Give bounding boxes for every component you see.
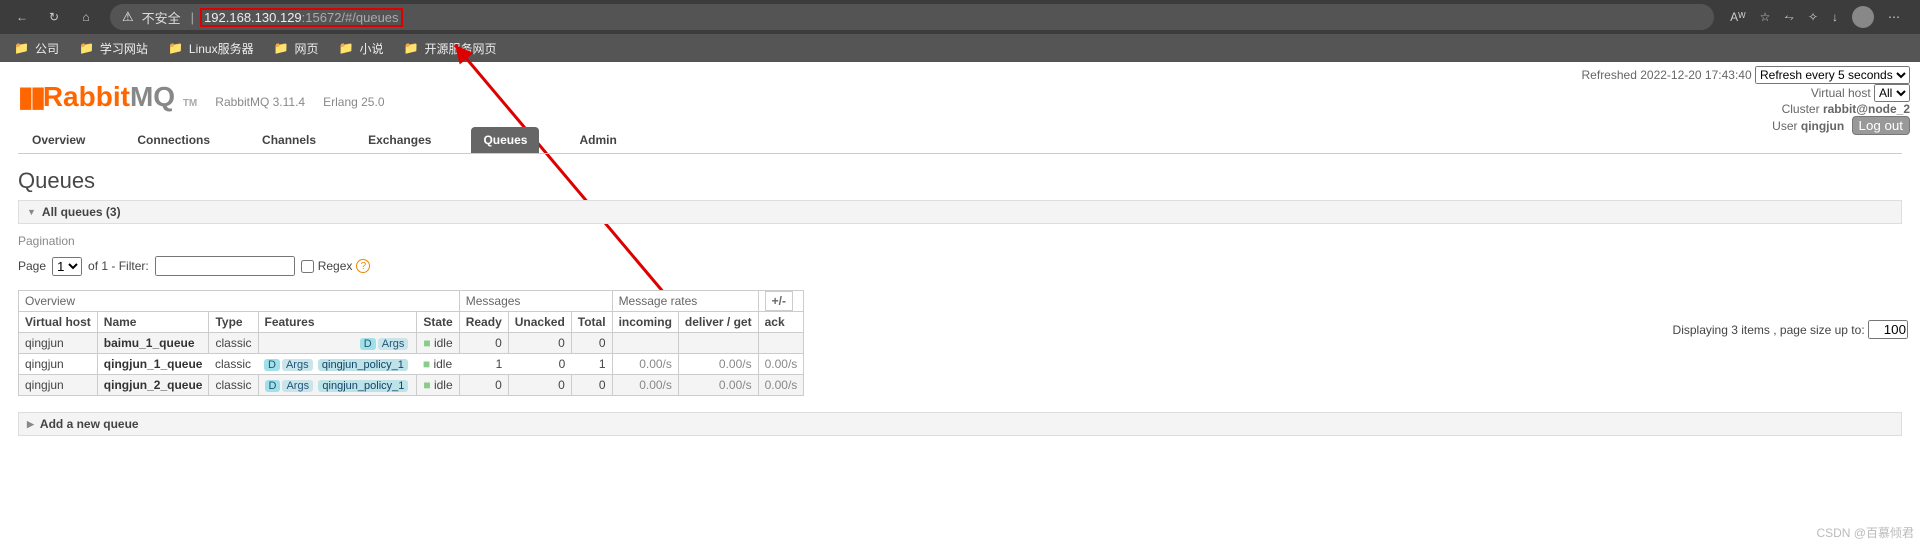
durable-tag: D [360, 338, 376, 350]
args-tag: Args [282, 359, 313, 371]
bookmark-item[interactable]: 📁小说 [339, 40, 384, 57]
page-size-input[interactable] [1868, 320, 1908, 339]
col-incoming[interactable]: incoming [612, 312, 678, 333]
col-name[interactable]: Name [97, 312, 209, 333]
tab-exchanges[interactable]: Exchanges [356, 127, 443, 153]
durable-tag: D [265, 380, 281, 392]
bookmark-item[interactable]: 📁学习网站 [79, 40, 148, 57]
top-status: Refreshed 2022-12-20 17:43:40 Refresh ev… [1582, 66, 1910, 135]
folder-icon: 📁 [339, 41, 354, 55]
vhost-select[interactable]: All [1874, 84, 1910, 102]
regex-label: Regex [318, 259, 353, 273]
erlang-label: Erlang 25.0 [323, 95, 384, 109]
browser-actions: Aᵂ ☆ ⥊ ✧ ↓ ⋯ [1730, 6, 1910, 28]
queue-link[interactable]: baimu_1_queue [104, 336, 195, 350]
cluster-value: rabbit@node_2 [1823, 102, 1910, 116]
args-tag: Args [282, 380, 313, 392]
folder-icon: 📁 [168, 41, 183, 55]
tab-channels[interactable]: Channels [250, 127, 328, 153]
durable-tag: D [264, 359, 280, 371]
bookmark-item[interactable]: 📁网页 [274, 40, 319, 57]
read-mode-icon[interactable]: Aᵂ [1730, 10, 1745, 24]
col-ack[interactable]: ack [758, 312, 804, 333]
user-label: User [1772, 119, 1797, 133]
folder-icon: 📁 [404, 41, 419, 55]
regex-checkbox[interactable] [301, 260, 314, 273]
tab-overview[interactable]: Overview [20, 127, 97, 153]
home-icon[interactable]: ⌂ [74, 5, 98, 29]
all-queues-header[interactable]: ▼ All queues (3) [18, 200, 1902, 224]
cluster-label: Cluster [1782, 102, 1820, 116]
refreshed-label: Refreshed 2022-12-20 17:43:40 [1582, 68, 1752, 82]
table-row: qingjun baimu_1_queue classic DArgs ■ id… [19, 333, 804, 354]
col-features[interactable]: Features [258, 312, 417, 333]
columns-toggle[interactable]: +/- [765, 291, 793, 311]
url-highlight: 192.168.130.129:15672/#/queues [200, 8, 402, 27]
bookmarks-bar: 📁公司 📁学习网站 📁Linux服务器 📁网页 📁小说 📁开源服务网页 [0, 34, 1920, 62]
col-state[interactable]: State [417, 312, 459, 333]
vhost-label: Virtual host [1811, 86, 1871, 100]
refresh-icon[interactable]: ↻ [42, 5, 66, 29]
extensions-icon[interactable]: ⥊ [1784, 10, 1794, 25]
chevron-down-icon: ▼ [27, 207, 36, 217]
more-icon[interactable]: ⋯ [1888, 10, 1900, 24]
queue-link[interactable]: qingjun_1_queue [104, 357, 203, 371]
folder-icon: 📁 [79, 41, 94, 55]
bookmark-item[interactable]: 📁开源服务网页 [404, 40, 497, 57]
table-row: qingjun qingjun_2_queue classic DArgs qi… [19, 375, 804, 396]
folder-icon: 📁 [274, 41, 289, 55]
tab-queues[interactable]: Queues [471, 127, 539, 153]
policy-tag: qingjun_policy_1 [318, 359, 408, 371]
logout-button[interactable]: Log out [1852, 116, 1910, 135]
col-total[interactable]: Total [571, 312, 612, 333]
pagination-label: Pagination [18, 234, 1902, 248]
page-label: Page [18, 259, 46, 273]
args-tag: Args [378, 338, 409, 350]
col-deliver[interactable]: deliver / get [678, 312, 758, 333]
col-vhost[interactable]: Virtual host [19, 312, 98, 333]
page-of: of 1 - Filter: [88, 259, 149, 273]
star-icon[interactable]: ☆ [1760, 10, 1771, 24]
page-title: Queues [18, 154, 1902, 200]
user-value: qingjun [1801, 119, 1844, 133]
col-group-messages: Messages [459, 291, 612, 312]
policy-tag: qingjun_policy_1 [318, 380, 408, 392]
all-queues-label: All queues (3) [42, 205, 121, 219]
col-type[interactable]: Type [209, 312, 258, 333]
folder-icon: 📁 [14, 41, 29, 55]
refresh-interval-select[interactable]: Refresh every 5 seconds [1755, 66, 1910, 84]
displaying-label: Displaying 3 items , page size up to: [1673, 323, 1865, 337]
col-group-overview: Overview [19, 291, 460, 312]
rabbitmq-logo: ▮▮RabbitMQ TM [18, 80, 197, 113]
tab-connections[interactable]: Connections [125, 127, 222, 153]
bookmark-item[interactable]: 📁Linux服务器 [168, 40, 254, 57]
add-queue-header[interactable]: ▶ Add a new queue [18, 412, 1902, 436]
queues-table: Overview Messages Message rates +/- Virt… [18, 290, 804, 396]
address-bar[interactable]: ⚠ 不安全 | 192.168.130.129:15672/#/queues [110, 4, 1714, 30]
page-select[interactable]: 1 [52, 257, 82, 276]
watermark: CSDN @百慕倾君 [1816, 524, 1914, 541]
tab-admin[interactable]: Admin [567, 127, 628, 153]
queue-link[interactable]: qingjun_2_queue [104, 378, 203, 392]
avatar[interactable] [1852, 6, 1874, 28]
warning-icon: ⚠ [122, 9, 134, 25]
browser-toolbar: ← ↻ ⌂ ⚠ 不安全 | 192.168.130.129:15672/#/qu… [0, 0, 1920, 34]
downloads-icon[interactable]: ↓ [1832, 10, 1838, 24]
version-label: RabbitMQ 3.11.4 [215, 95, 305, 109]
help-icon[interactable]: ? [356, 259, 370, 273]
col-group-rates: Message rates [612, 291, 758, 312]
back-icon[interactable]: ← [10, 5, 34, 29]
favorites-icon[interactable]: ✧ [1808, 10, 1818, 24]
col-ready[interactable]: Ready [459, 312, 508, 333]
filter-input[interactable] [155, 256, 295, 276]
chevron-right-icon: ▶ [27, 419, 34, 430]
table-row: qingjun qingjun_1_queue classic DArgs qi… [19, 354, 804, 375]
col-unacked[interactable]: Unacked [508, 312, 571, 333]
bookmark-item[interactable]: 📁公司 [14, 40, 59, 57]
add-queue-label: Add a new queue [40, 417, 139, 431]
insecure-label: 不安全 [142, 8, 181, 27]
